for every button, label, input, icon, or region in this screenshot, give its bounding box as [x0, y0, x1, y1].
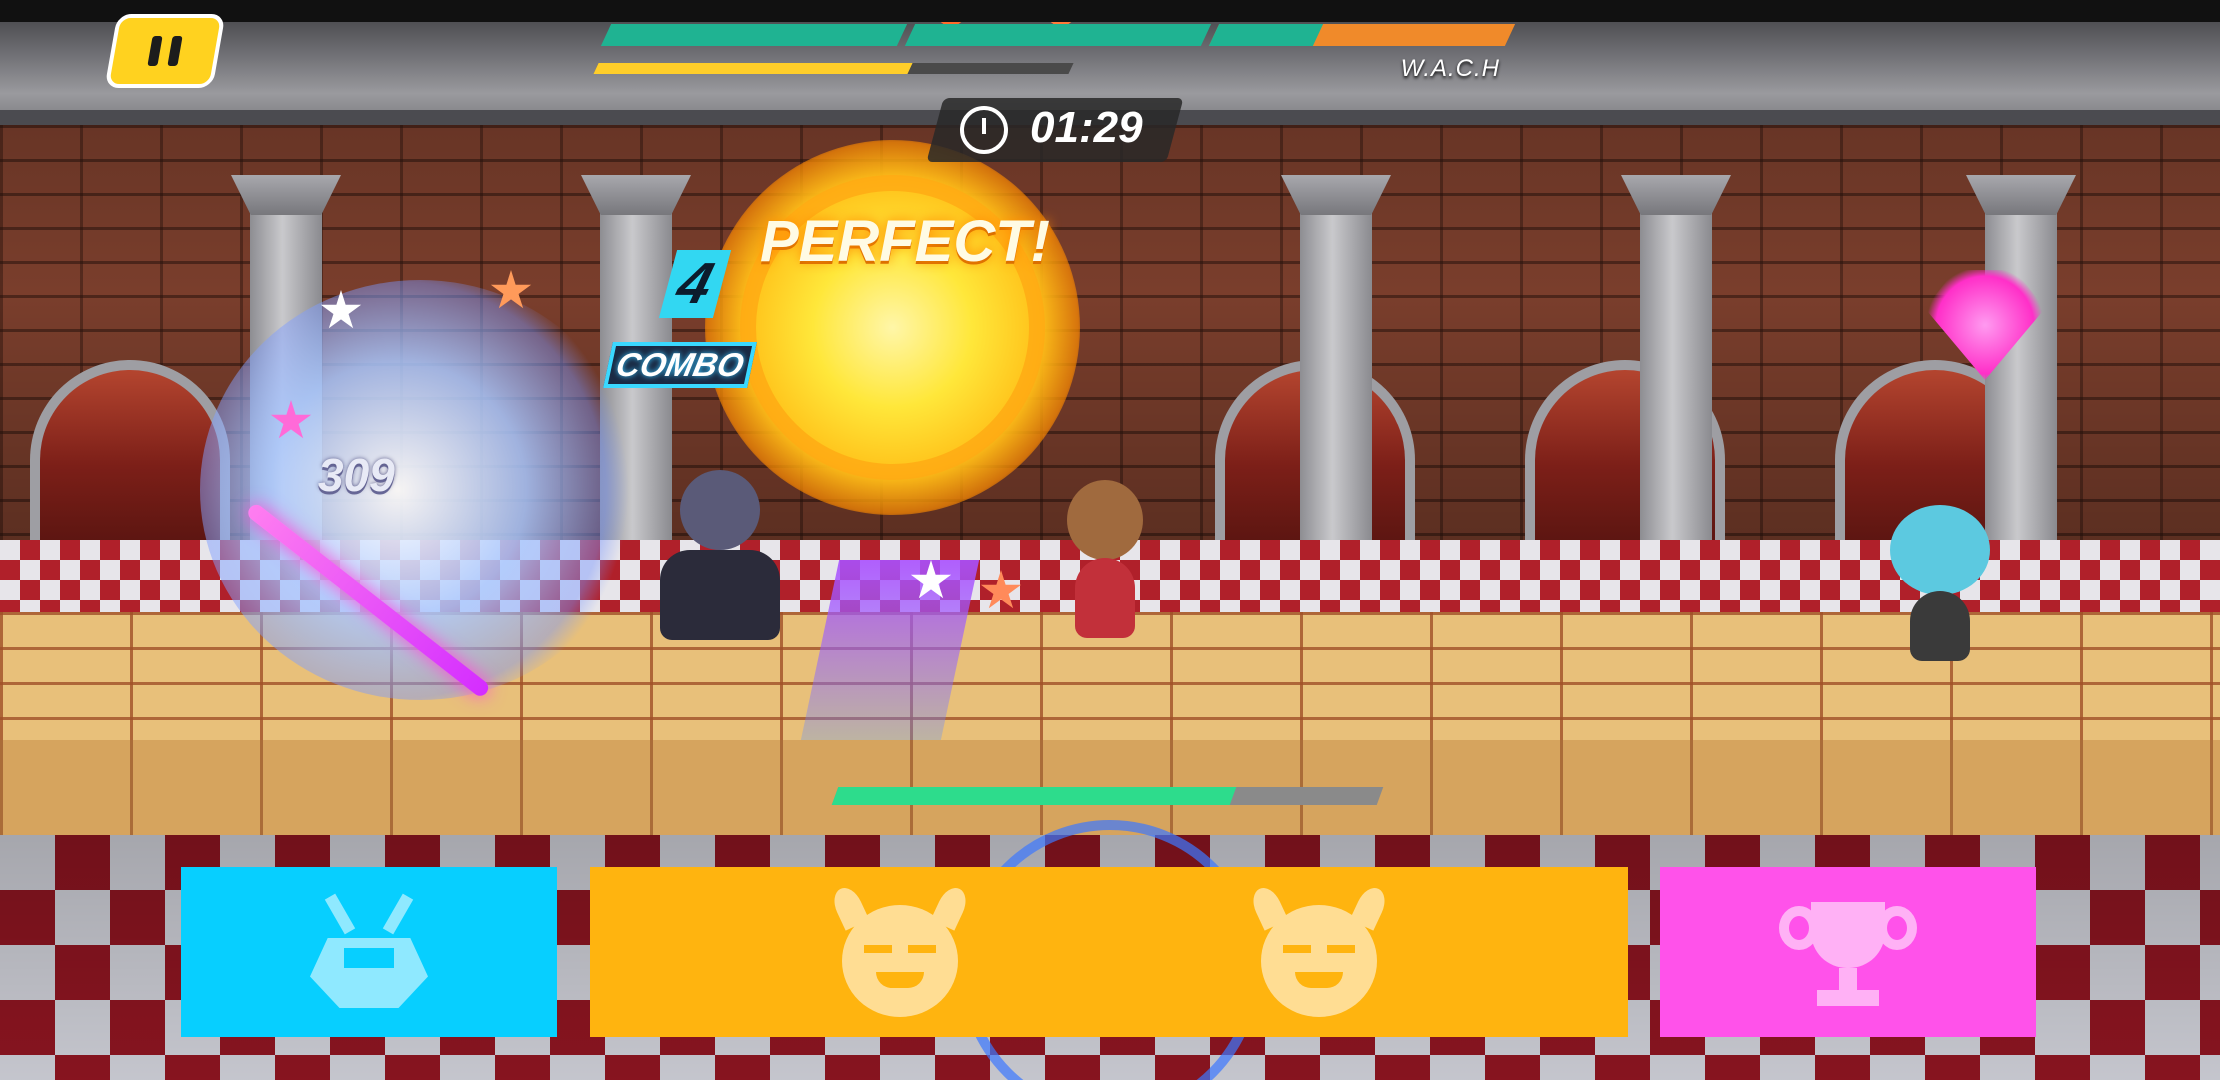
trophy-icon [1773, 892, 1923, 1012]
health-segment [600, 24, 908, 46]
combo-label: COMBO [603, 342, 757, 388]
clock-icon [960, 106, 1008, 154]
demon-icon [828, 883, 971, 1017]
pause-icon [147, 36, 163, 66]
health-segment-damaged [1208, 24, 1516, 46]
robot-icon [310, 893, 428, 1010]
pause-button[interactable] [104, 14, 226, 88]
match-timer: 01:29 [1030, 103, 1143, 152]
demon-skill-button[interactable] [590, 867, 1628, 1037]
fighter-brown-hair [1055, 480, 1155, 660]
game-stage: W.A.C.H 01:29 4 COMBO PERFECT! 309 [0, 0, 2220, 1080]
player-health-bar [831, 787, 1384, 805]
opponent-name: W.A.C.H [1400, 55, 1500, 82]
fighter-blue-hair [1880, 505, 2000, 665]
trophy-skill-button[interactable] [1660, 867, 2036, 1037]
pause-icon-bar [167, 36, 183, 66]
health-segment [904, 24, 1212, 46]
player-health-fill [831, 787, 1237, 805]
fighter-knocked-back [640, 470, 800, 660]
energy-bar-fill [593, 63, 913, 74]
damage-number: 309 [318, 449, 395, 501]
robot-skill-button[interactable] [181, 867, 557, 1037]
demon-icon [1247, 883, 1390, 1017]
energy-bar [593, 63, 1074, 74]
top-bar [0, 0, 2220, 22]
hit-rating-text: PERFECT! [760, 209, 1050, 274]
